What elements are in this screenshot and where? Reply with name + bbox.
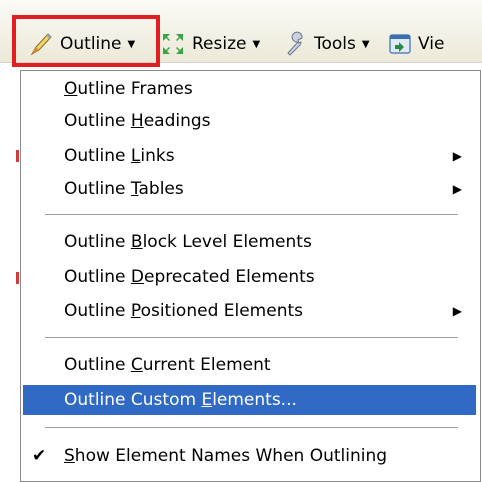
menu-item-label: Outline Positioned Elements <box>64 301 304 321</box>
resize-button-label: Resize <box>192 34 247 54</box>
toolbar: Outline ▼ Resize ▼ Tools ▼ Vie <box>0 0 482 63</box>
wrench-icon <box>287 31 303 56</box>
tools-button[interactable]: Tools ▼ <box>284 27 370 61</box>
menu-item-outline-custom-elements[interactable]: Outline Custom Elements... <box>23 385 476 415</box>
page-edge-mark <box>16 150 19 162</box>
submenu-arrow-icon: ▶ <box>452 304 462 318</box>
outline-button-label: Outline <box>60 34 122 54</box>
checkmark-icon: ✔ <box>32 446 47 466</box>
page-edge-mark <box>16 272 19 284</box>
tools-button-label: Tools <box>314 34 356 54</box>
menu-item-outline-deprecated-elements[interactable]: Outline Deprecated Elements <box>23 262 476 292</box>
submenu-arrow-icon: ▶ <box>452 182 462 196</box>
resize-button[interactable]: Resize ▼ <box>160 27 260 61</box>
menu-separator <box>45 427 458 428</box>
view-source-button-label: Vie <box>418 34 445 54</box>
menu-item-outline-links[interactable]: Outline Links ▶ <box>23 141 476 171</box>
menu-item-outline-headings[interactable]: Outline Headings <box>23 106 476 136</box>
menu-item-label: Outline Tables <box>64 179 184 199</box>
menu-item-outline-frames[interactable]: Outline Frames <box>23 74 476 104</box>
menu-item-outline-block-level-elements[interactable]: Outline Block Level Elements <box>23 227 476 257</box>
chevron-down-icon: ▼ <box>361 38 370 50</box>
submenu-arrow-icon: ▶ <box>452 149 462 163</box>
view-source-button[interactable]: Vie <box>388 27 444 61</box>
menu-item-label: Outline Block Level Elements <box>64 232 312 252</box>
menu-item-show-element-names[interactable]: ✔ Show Element Names When Outlining <box>23 441 476 471</box>
menu-item-label: Outline Custom Elements... <box>64 390 297 410</box>
menu-item-label: Outline Links <box>64 146 175 166</box>
chevron-down-icon: ▼ <box>127 38 136 50</box>
menu-item-label: Outline Deprecated Elements <box>64 267 315 287</box>
view-source-icon <box>389 34 411 54</box>
pencil-icon <box>30 33 52 56</box>
outline-dropdown-menu: Outline Frames Outline Headings Outline … <box>20 70 481 482</box>
chevron-down-icon: ▼ <box>252 38 261 50</box>
outline-button[interactable]: Outline ▼ <box>28 27 135 61</box>
menu-separator <box>45 337 458 338</box>
resize-arrows-icon <box>163 34 183 54</box>
menu-separator <box>45 214 458 215</box>
menu-item-label: Outline Frames <box>64 79 193 99</box>
menu-item-outline-current-element[interactable]: Outline Current Element <box>23 350 476 380</box>
menu-item-outline-tables[interactable]: Outline Tables ▶ <box>23 174 476 204</box>
menu-item-label: Outline Current Element <box>64 355 271 375</box>
menu-item-label: Show Element Names When Outlining <box>64 446 388 466</box>
menu-item-outline-positioned-elements[interactable]: Outline Positioned Elements ▶ <box>23 296 476 326</box>
menu-item-label: Outline Headings <box>64 111 211 131</box>
